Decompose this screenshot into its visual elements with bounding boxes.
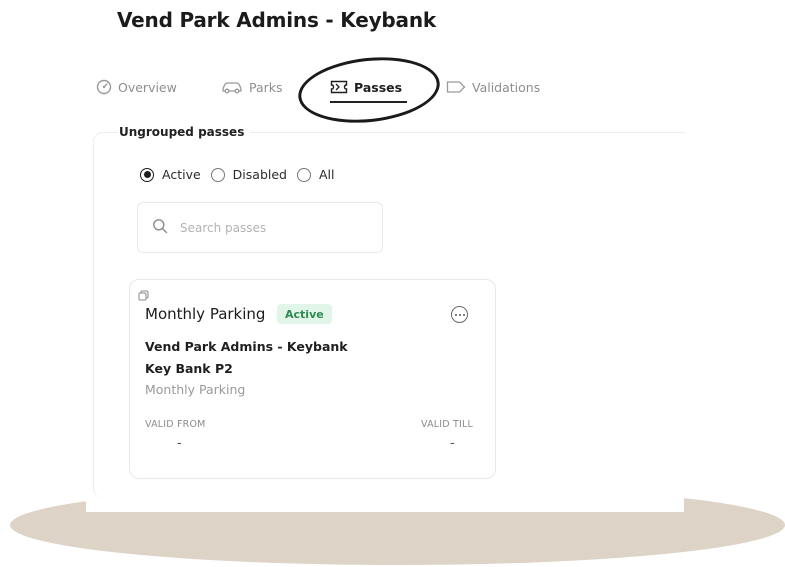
filter-all-label: All: [318, 167, 335, 182]
tab-parks[interactable]: Parks: [221, 74, 283, 100]
tab-parks-label: Parks: [249, 79, 283, 95]
dot-icon: [454, 313, 457, 316]
radio-unchecked-icon[interactable]: [296, 167, 311, 182]
dot-icon: [462, 313, 465, 316]
filter-disabled[interactable]: Disabled: [210, 167, 287, 182]
dot-icon: [458, 313, 461, 316]
pass-name: Monthly Parking: [145, 305, 266, 323]
tab-validations[interactable]: Validations: [446, 74, 540, 100]
tab-passes-label: Passes: [354, 79, 403, 95]
tab-overview[interactable]: Overview: [96, 74, 177, 100]
more-options-button[interactable]: [451, 306, 468, 323]
tab-validations-label: Validations: [472, 79, 541, 95]
copy-icon[interactable]: [138, 286, 149, 305]
status-badge: Active: [277, 304, 332, 324]
tag-icon: [446, 80, 466, 94]
search-box[interactable]: [137, 202, 383, 253]
pass-operator: Vend Park Admins - Keybank: [145, 339, 348, 354]
pass-location: Key Bank P2: [145, 361, 233, 376]
car-icon: [221, 80, 243, 94]
active-tab-indicator: [330, 101, 407, 103]
tab-passes[interactable]: Passes: [330, 74, 402, 100]
valid-from-value: -: [177, 436, 182, 451]
radio-checked-icon[interactable]: [140, 167, 154, 182]
page-title: Vend Park Admins - Keybank: [117, 8, 436, 32]
section-heading: Ungrouped passes: [118, 125, 251, 139]
filter-all[interactable]: All: [296, 167, 335, 182]
pass-type: Monthly Parking: [145, 382, 246, 397]
tab-overview-label: Overview: [118, 79, 177, 95]
search-input[interactable]: [178, 219, 372, 236]
filter-disabled-label: Disabled: [232, 167, 287, 182]
valid-till-value: -: [450, 436, 455, 451]
ticket-icon: [330, 80, 348, 94]
filter-active[interactable]: Active: [140, 167, 201, 182]
valid-till-label: VALID TILL: [421, 419, 474, 430]
valid-from-label: VALID FROM: [145, 419, 206, 430]
gauge-icon: [96, 79, 112, 95]
status-filter: Active Disabled All: [140, 167, 344, 182]
filter-active-label: Active: [162, 167, 201, 182]
search-icon: [152, 218, 168, 238]
radio-unchecked-icon[interactable]: [210, 167, 225, 182]
